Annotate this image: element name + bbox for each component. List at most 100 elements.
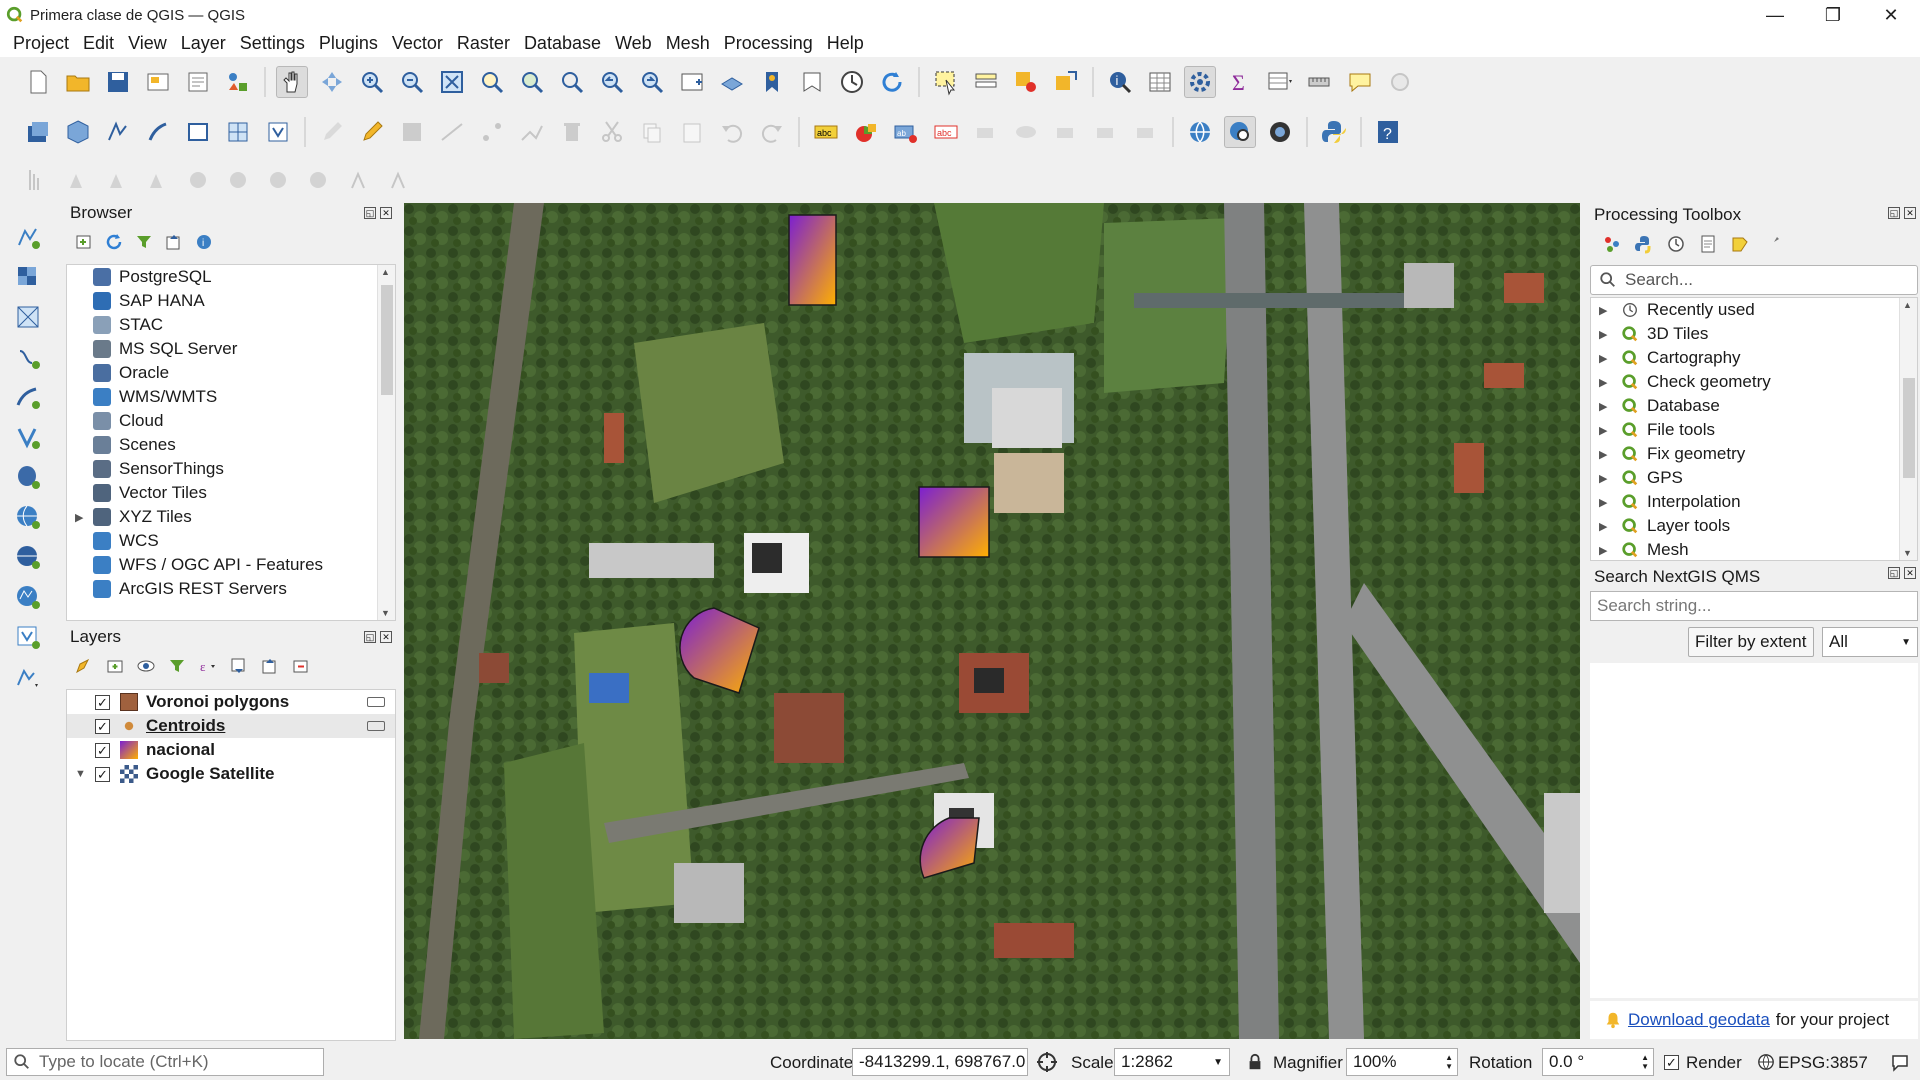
menu-database[interactable]: Database [517, 33, 608, 54]
layout-manager-icon[interactable] [182, 66, 214, 98]
editable-layer-indicator-icon[interactable] [367, 697, 385, 707]
collapse-arrow-icon[interactable]: ▼ [75, 768, 86, 780]
save-layer-edits-icon[interactable] [396, 116, 428, 148]
delete-selected-icon[interactable] [556, 116, 588, 148]
filter-select[interactable]: All ▼ [1822, 627, 1918, 657]
menu-project[interactable]: Project [6, 33, 76, 54]
select-location-icon[interactable] [1050, 66, 1082, 98]
expand-arrow-icon[interactable]: ▶ [1599, 400, 1607, 413]
new-print-layout-icon[interactable] [142, 66, 174, 98]
add-vector-layer-icon[interactable] [11, 220, 45, 254]
whats-this-help-icon[interactable]: ? [1372, 116, 1404, 148]
show-bookmarks-icon[interactable] [796, 66, 828, 98]
select-features-icon[interactable] [930, 66, 962, 98]
pan-to-selection-icon[interactable] [316, 66, 348, 98]
browser-item[interactable]: STAC [67, 313, 395, 337]
collapse-all-icon[interactable] [260, 656, 280, 676]
filter-icon[interactable] [134, 232, 154, 252]
cut-features-icon[interactable] [596, 116, 628, 148]
float-panel-icon[interactable]: ◱ [364, 631, 376, 643]
align-icon[interactable] [22, 164, 54, 196]
refresh-icon[interactable] [104, 232, 124, 252]
expand-arrow-icon[interactable]: ▶ [1599, 544, 1607, 557]
layer-row[interactable]: ✓ nacional [67, 738, 395, 762]
crs-button[interactable]: EPSG:3857 [1778, 1053, 1868, 1073]
save-project-icon[interactable] [102, 66, 134, 98]
scroll-up-arrow-icon[interactable]: ▲ [381, 267, 390, 277]
maximize-button[interactable]: ❐ [1804, 0, 1862, 30]
browser-item[interactable]: SAP HANA [67, 289, 395, 313]
toolbox-provider-item[interactable]: ▶ Fix geometry [1591, 442, 1917, 466]
options-icon[interactable] [1762, 234, 1782, 254]
menu-mesh[interactable]: Mesh [659, 33, 717, 54]
scroll-thumb[interactable] [381, 285, 393, 395]
qms-settings-icon[interactable] [1264, 116, 1296, 148]
new-project-icon[interactable] [22, 66, 54, 98]
menu-web[interactable]: Web [608, 33, 659, 54]
expand-arrow-icon[interactable]: ▶ [1599, 472, 1607, 485]
attribute-table-icon[interactable] [1144, 66, 1176, 98]
filter-expression-icon[interactable]: ε [198, 656, 218, 676]
expand-arrow-icon[interactable]: ▶ [1599, 328, 1607, 341]
add-delimited-text-icon[interactable] [11, 340, 45, 374]
toolbox-provider-item[interactable]: ▶ GPS [1591, 466, 1917, 490]
menu-help[interactable]: Help [820, 33, 871, 54]
locator-input[interactable]: Type to locate (Ctrl+K) [6, 1048, 324, 1076]
browser-item[interactable]: PostgreSQL [67, 265, 395, 289]
add-wcs-layer-icon[interactable] [11, 540, 45, 574]
move-feature-icon[interactable] [62, 164, 94, 196]
new-vector-tile-layer-icon[interactable] [262, 116, 294, 148]
rotation-spinbox[interactable]: 0.0 ° ▲ ▼ [1542, 1048, 1654, 1076]
new-temporary-layer-icon[interactable] [182, 116, 214, 148]
highlight-pinned-labels-icon[interactable]: ab [890, 116, 922, 148]
browser-item[interactable]: WFS / OGC API - Features [67, 553, 395, 577]
vertex-tool-icon[interactable] [476, 116, 508, 148]
zoom-in-icon[interactable] [356, 66, 388, 98]
add-vector-tile-layer-icon[interactable] [11, 620, 45, 654]
add-wfs-layer-icon[interactable] [11, 580, 45, 614]
add-part-icon[interactable] [222, 164, 254, 196]
open-layer-styling-icon[interactable] [74, 656, 94, 676]
scripts-icon[interactable] [1634, 234, 1654, 254]
identify-features-icon[interactable]: i [1104, 66, 1136, 98]
offset-curve-icon[interactable] [382, 164, 414, 196]
move-label-icon[interactable] [1050, 116, 1082, 148]
show-hide-labels-icon[interactable]: abc [930, 116, 962, 148]
new-geopackage-layer-icon[interactable] [62, 116, 94, 148]
copy-features-icon[interactable] [636, 116, 668, 148]
browser-item[interactable]: MS SQL Server [67, 337, 395, 361]
scale-combo[interactable]: 1:2862 ▼ [1114, 1048, 1230, 1076]
toolbox-provider-item[interactable]: ▶ File tools [1591, 418, 1917, 442]
manage-map-themes-icon[interactable] [136, 656, 156, 676]
layer-diagram-icon[interactable] [850, 116, 882, 148]
menu-processing[interactable]: Processing [717, 33, 820, 54]
style-manager-icon[interactable] [222, 66, 254, 98]
browser-item[interactable]: Cloud [67, 409, 395, 433]
minimize-button[interactable]: — [1746, 0, 1804, 30]
browser-item[interactable]: ▶ XYZ Tiles [67, 505, 395, 529]
data-source-manager-icon[interactable] [22, 116, 54, 148]
measure-line-icon[interactable] [1304, 66, 1336, 98]
toolbox-provider-item[interactable]: ▶ Cartography [1591, 346, 1917, 370]
new-virtual-layer-icon[interactable] [222, 116, 254, 148]
qms-search-input[interactable]: Search string... [1590, 591, 1918, 621]
modify-attributes-icon[interactable] [516, 116, 548, 148]
toolbox-provider-item[interactable]: ▶ 3D Tiles [1591, 322, 1917, 346]
statistics-summary-icon[interactable]: Σ [1224, 66, 1256, 98]
open-project-icon[interactable] [62, 66, 94, 98]
expand-arrow-icon[interactable]: ▶ [75, 511, 83, 524]
toolbox-scrollbar[interactable]: ▲ ▼ [1899, 298, 1917, 560]
zoom-to-selection-icon[interactable] [476, 66, 508, 98]
float-panel-icon[interactable]: ◱ [1888, 207, 1900, 219]
toggle-extents-icon[interactable] [1035, 1050, 1059, 1074]
collapse-all-icon[interactable] [164, 232, 184, 252]
close-panel-icon[interactable]: ✕ [380, 631, 392, 643]
edit-features-in-place-icon[interactable] [1730, 234, 1750, 254]
new-map-view-icon[interactable] [676, 66, 708, 98]
run-feature-action-icon[interactable] [1384, 66, 1416, 98]
map-tips-icon[interactable] [1344, 66, 1376, 98]
menu-settings[interactable]: Settings [233, 33, 312, 54]
close-panel-icon[interactable]: ✕ [1904, 567, 1916, 579]
results-viewer-icon[interactable] [1698, 234, 1718, 254]
download-geodata-link[interactable]: Download geodata [1628, 1010, 1770, 1030]
